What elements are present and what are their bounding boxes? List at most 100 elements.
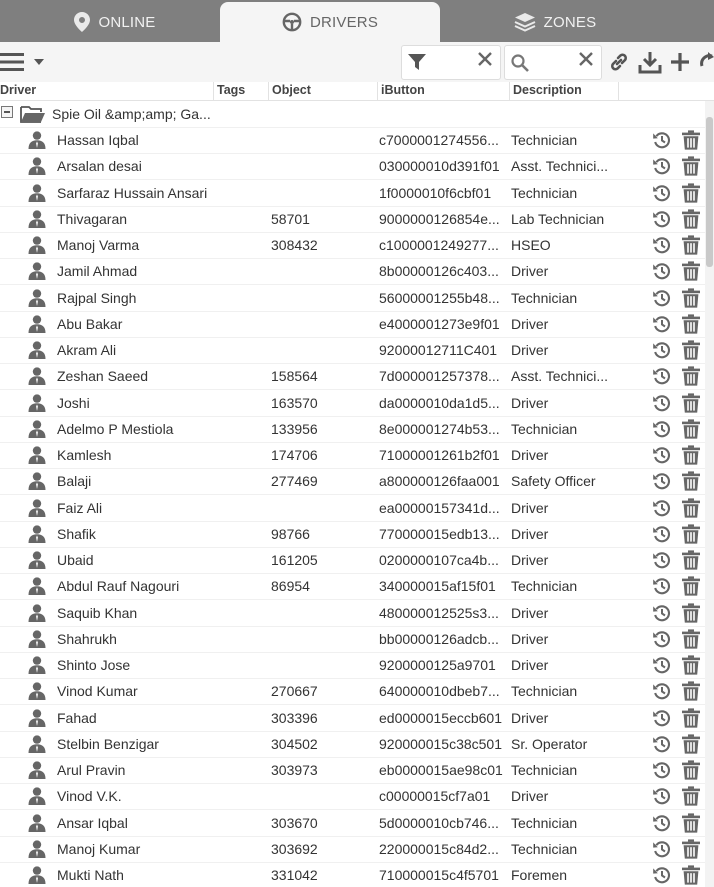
driver-row[interactable]: Faiz Ali ea00000157341d... Driver [0, 495, 705, 522]
trash-icon[interactable] [681, 734, 701, 754]
driver-row[interactable]: Shinto Jose 9200000125a9701 Driver [0, 652, 705, 679]
driver-row[interactable]: Zeshan Saeed 158564 7d000001257378... Asst.… [0, 363, 705, 391]
history-icon[interactable] [652, 524, 672, 544]
column-header-driver[interactable]: Driver [0, 82, 214, 100]
history-icon[interactable] [652, 865, 672, 885]
group-row[interactable]: Spie Oil &amp;amp; Ga... [0, 101, 705, 128]
menu-button[interactable] [0, 52, 44, 72]
driver-row[interactable]: Arsalan desai 030000010d391f01 Asst. Techn… [0, 153, 705, 181]
trash-icon[interactable] [681, 602, 701, 623]
history-icon[interactable] [652, 708, 672, 728]
history-icon[interactable] [652, 419, 672, 439]
driver-row[interactable]: Balaji 277469 a800000126faa001 Safety Offic… [0, 468, 705, 496]
trash-icon[interactable] [681, 865, 701, 885]
driver-row[interactable]: Joshi 163570 da0000010da1d5... Driver [0, 390, 705, 417]
driver-row[interactable]: Abu Bakar e4000001273e9f01 Driver [0, 311, 705, 338]
trash-icon[interactable] [681, 261, 701, 281]
trash-icon[interactable] [681, 681, 701, 701]
trash-icon[interactable] [681, 471, 701, 491]
history-icon[interactable] [652, 734, 672, 754]
history-icon[interactable] [652, 393, 672, 413]
history-icon[interactable] [652, 261, 672, 281]
trash-icon[interactable] [681, 419, 701, 439]
column-header-description[interactable]: Description [510, 82, 619, 100]
trash-icon[interactable] [681, 130, 701, 150]
history-icon[interactable] [652, 445, 672, 465]
driver-row[interactable]: Vinod V.K. c00000015cf7a01 Driver [0, 783, 705, 811]
trash-icon[interactable] [681, 209, 701, 229]
trash-icon[interactable] [681, 366, 701, 386]
history-icon[interactable] [652, 655, 672, 675]
trash-icon[interactable] [681, 629, 701, 649]
link-icon[interactable] [608, 51, 630, 73]
trash-icon[interactable] [681, 655, 701, 675]
trash-icon[interactable] [681, 156, 701, 176]
trash-icon[interactable] [681, 524, 701, 544]
driver-row[interactable]: Akram Ali 92000012711C401 Driver [0, 337, 705, 364]
trash-icon[interactable] [681, 812, 701, 833]
trash-icon[interactable] [681, 760, 701, 780]
driver-row[interactable]: Stelbin Benzigar 304502 920000015c38c501 Sr… [0, 731, 705, 758]
driver-row[interactable]: Vinod Kumar 270667 640000010dbeb7... Techni… [0, 678, 705, 706]
driver-row[interactable]: Mukti Nath 331042 710000015c4f5701 Foremen [0, 862, 705, 887]
driver-row[interactable]: Sarfaraz Hussain Ansari 1f0000010f6cbf01 T… [0, 180, 705, 207]
tab-zones[interactable]: ZONES [500, 2, 610, 42]
driver-row[interactable]: Shafik 98766 770000015edb13... Driver [0, 521, 705, 548]
trash-icon[interactable] [681, 182, 701, 203]
history-icon[interactable] [652, 156, 672, 176]
trash-icon[interactable] [681, 314, 701, 334]
history-icon[interactable] [652, 209, 672, 229]
history-icon[interactable] [652, 681, 672, 701]
history-icon[interactable] [652, 839, 672, 859]
driver-row[interactable]: Hassan Iqbal c7000001274556... Technician [0, 127, 705, 154]
trash-icon[interactable] [681, 550, 701, 570]
history-icon[interactable] [652, 760, 672, 780]
column-header-ibutton[interactable]: iButton [378, 82, 510, 100]
driver-row[interactable]: Arul Pravin 303973 eb0000015ae98c01 Technic… [0, 757, 705, 784]
history-icon[interactable] [652, 786, 672, 806]
history-icon[interactable] [652, 340, 672, 360]
refresh-icon[interactable] [700, 52, 714, 72]
history-icon[interactable] [652, 576, 672, 596]
driver-row[interactable]: Abdul Rauf Nagouri 86954 340000015af15f01 T… [0, 573, 705, 601]
clear-filter-icon[interactable] [478, 52, 492, 66]
trash-icon[interactable] [681, 576, 701, 596]
history-icon[interactable] [652, 550, 672, 570]
plus-icon[interactable] [670, 52, 690, 72]
tab-drivers[interactable]: DRIVERS [220, 2, 440, 42]
history-icon[interactable] [652, 366, 672, 386]
driver-row[interactable]: Shahrukh bb00000126adcb... Driver [0, 626, 705, 653]
history-icon[interactable] [652, 471, 672, 491]
history-icon[interactable] [652, 235, 672, 255]
history-icon[interactable] [652, 130, 672, 150]
tab-online[interactable]: ONLINE [60, 2, 170, 42]
driver-row[interactable]: Fahad 303396 ed0000015eccb601 Driver [0, 705, 705, 732]
column-header-object[interactable]: Object [269, 82, 378, 100]
driver-row[interactable]: Thivagaran 58701 9000000126854e... Lab Tech… [0, 206, 705, 233]
vertical-scrollbar[interactable] [705, 101, 714, 887]
driver-row[interactable]: Manoj Kumar 303692 220000015c84d2... Techni… [0, 836, 705, 863]
scrollbar-thumb[interactable] [706, 117, 713, 267]
history-icon[interactable] [652, 813, 672, 833]
trash-icon[interactable] [681, 445, 701, 465]
trash-icon[interactable] [681, 235, 701, 255]
history-icon[interactable] [652, 498, 672, 518]
trash-icon[interactable] [681, 287, 701, 308]
driver-row[interactable]: Ubaid 161205 0200000107ca4b... Driver [0, 547, 705, 574]
filter-input[interactable] [432, 52, 484, 69]
driver-row[interactable]: Ansar Iqbal 303670 5d0000010cb746... Techni… [0, 810, 705, 837]
trash-icon[interactable] [681, 392, 701, 413]
download-icon[interactable] [638, 50, 662, 74]
driver-row[interactable]: Adelmo P Mestiola 133956 8e000001274b53...… [0, 416, 705, 443]
trash-icon[interactable] [681, 786, 701, 806]
history-icon[interactable] [652, 314, 672, 334]
history-icon[interactable] [652, 288, 672, 308]
history-icon[interactable] [652, 629, 672, 649]
history-icon[interactable] [652, 183, 672, 203]
trash-icon[interactable] [681, 839, 701, 859]
driver-row[interactable]: Rajpal Singh 56000001255b48... Technician [0, 285, 705, 312]
column-header-tags[interactable]: Tags [214, 82, 269, 100]
driver-row[interactable]: Kamlesh 174706 71000001261b2f01 Driver [0, 442, 705, 469]
history-icon[interactable] [652, 603, 672, 623]
trash-icon[interactable] [681, 340, 701, 360]
